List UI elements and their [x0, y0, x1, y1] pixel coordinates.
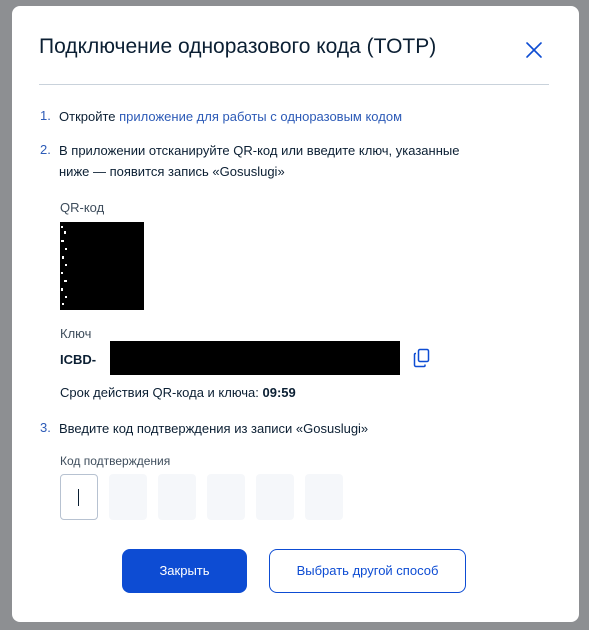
- step-3-number: 3.: [40, 420, 51, 435]
- step-2-number: 2.: [40, 142, 51, 157]
- key-value: ICBD-: [60, 352, 97, 367]
- copy-icon[interactable]: [413, 348, 431, 368]
- code-digit-5[interactable]: [256, 474, 294, 520]
- step-1-prefix: Откройте: [59, 109, 120, 124]
- code-digit-1[interactable]: [60, 474, 98, 520]
- code-label: Код подтверждения: [60, 454, 171, 468]
- expiry-text: Срок действия QR-кода и ключа: 09:59: [60, 383, 296, 403]
- code-digit-3[interactable]: [158, 474, 196, 520]
- step-2-line-2: ниже — появится запись «Gosuslugi»: [59, 164, 285, 179]
- code-digit-4[interactable]: [207, 474, 245, 520]
- choose-other-method-button[interactable]: Выбрать другой способ: [269, 549, 466, 593]
- title-divider: [39, 84, 549, 85]
- step-3-text: Введите код подтверждения из записи «Gos…: [59, 421, 369, 436]
- step-1-text: Откройте приложение для работы с однораз…: [59, 106, 402, 127]
- key-redacted: [110, 341, 400, 375]
- close-icon[interactable]: [522, 38, 546, 62]
- qr-code-redacted: [60, 222, 144, 310]
- text-caret: [78, 489, 79, 506]
- expiry-timer: 09:59: [262, 385, 296, 400]
- step-2-line-1: В приложении отсканируйте QR-код или вве…: [59, 143, 460, 158]
- step-1-number: 1.: [40, 108, 51, 123]
- key-label: Ключ: [60, 326, 92, 341]
- totp-modal: Подключение одноразового кода (TOTP) 1. …: [12, 6, 579, 622]
- code-digit-2[interactable]: [109, 474, 147, 520]
- modal-title: Подключение одноразового кода (TOTP): [39, 35, 437, 58]
- code-digit-6[interactable]: [305, 474, 343, 520]
- close-button[interactable]: Закрыть: [122, 549, 247, 593]
- expiry-label: Срок действия QR-кода и ключа:: [60, 385, 263, 400]
- authenticator-app-link[interactable]: приложение для работы с одноразовым кодо…: [119, 109, 402, 124]
- qr-label: QR-код: [60, 200, 105, 215]
